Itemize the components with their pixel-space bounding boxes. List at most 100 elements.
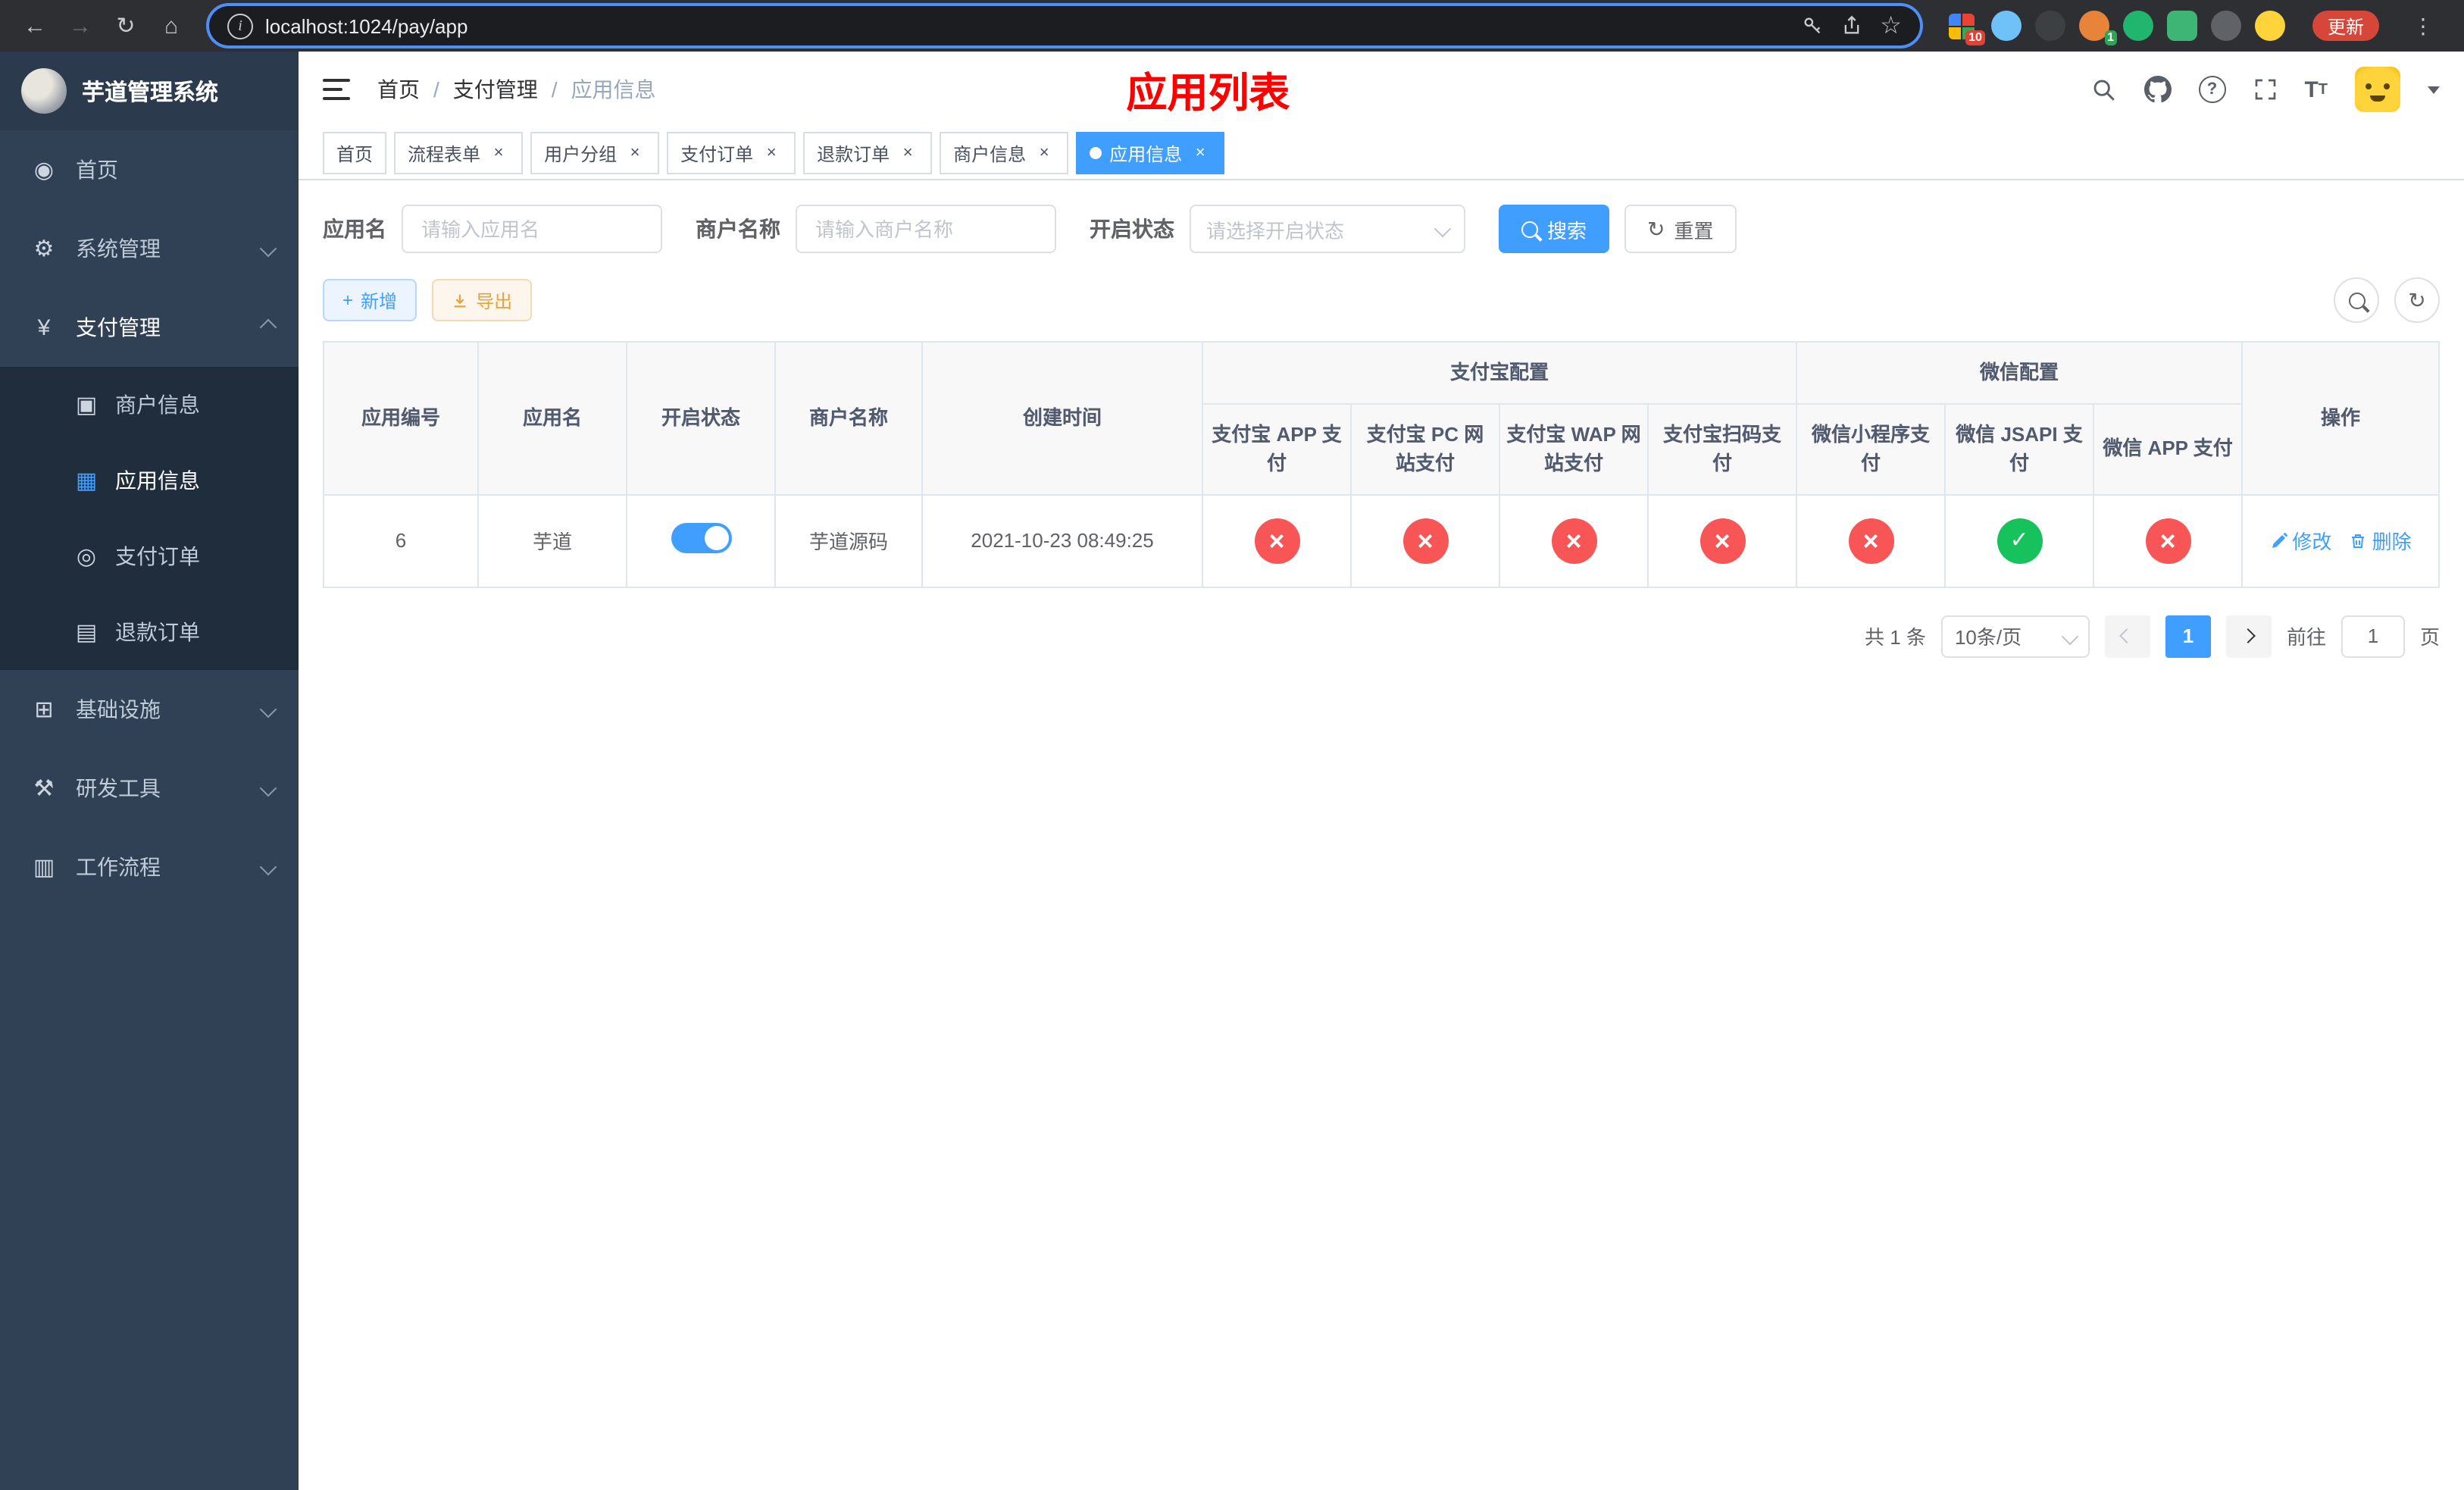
export-button[interactable]: 导出 — [432, 279, 533, 321]
extension-icon-1[interactable]: 10 — [1947, 11, 1985, 45]
add-button[interactable]: + 新增 — [323, 279, 417, 321]
edit-button[interactable]: 修改 — [2269, 526, 2331, 555]
cell-status — [626, 493, 776, 587]
tab-home[interactable]: 首页 — [323, 132, 387, 174]
extension-icon-6[interactable] — [2166, 11, 2197, 41]
home-icon[interactable]: ⌂ — [152, 6, 191, 45]
font-size-icon[interactable]: TT — [2304, 77, 2328, 102]
filter-app-name: 应用名 — [323, 205, 662, 253]
close-icon[interactable]: × — [761, 142, 782, 164]
bookmark-star-icon[interactable]: ☆ — [1880, 11, 1902, 41]
refresh-table-button[interactable]: ↻ — [2394, 277, 2440, 323]
github-icon[interactable] — [2143, 76, 2172, 103]
sidebar-item-label: 基础设施 — [76, 697, 161, 722]
tab-refund-orders[interactable]: 退款订单 × — [803, 132, 933, 174]
wx-app-status-icon — [2145, 518, 2191, 563]
breadcrumb-home[interactable]: 首页 — [377, 74, 420, 105]
cell-wx-lite — [1796, 493, 1946, 587]
tools-icon: ⚒ — [33, 776, 55, 802]
search-button-label: 搜索 — [1547, 219, 1587, 242]
avatar-caret-icon[interactable] — [2428, 86, 2440, 93]
cell-alipay-pc — [1350, 493, 1500, 587]
tab-label: 应用信息 — [1109, 143, 1183, 164]
reload-icon[interactable]: ↻ — [106, 6, 145, 45]
tab-merchant-info[interactable]: 商户信息 × — [940, 132, 1069, 174]
sidebar-item-system[interactable]: ⚙ 系统管理 — [0, 209, 299, 288]
close-icon[interactable]: × — [624, 142, 646, 164]
sidebar-item-pay-orders[interactable]: ◎ 支付订单 — [0, 518, 299, 594]
tab-app-info[interactable]: 应用信息 × — [1076, 132, 1225, 174]
tab-process-form[interactable]: 流程表单 × — [394, 132, 524, 174]
collapse-menu-icon[interactable] — [323, 79, 350, 100]
site-info-icon[interactable]: i — [227, 13, 253, 39]
back-icon[interactable]: ← — [15, 6, 55, 45]
merchant-name-label: 商户名称 — [696, 217, 780, 241]
wx-lite-status-icon — [1848, 518, 1894, 563]
share-icon[interactable] — [1840, 15, 1862, 36]
cell-alipay-app — [1202, 493, 1352, 587]
col-alipay-pc: 支付宝 PC 网站支付 — [1350, 402, 1500, 495]
search-button[interactable]: 搜索 — [1499, 205, 1610, 253]
help-icon[interactable]: ? — [2198, 76, 2226, 103]
sidebar-item-merchant-info[interactable]: ▣ 商户信息 — [0, 367, 299, 443]
extension-badge: 10 — [1965, 30, 1985, 45]
close-icon[interactable]: × — [897, 142, 918, 164]
close-icon[interactable]: × — [1190, 142, 1211, 164]
tab-user-group[interactable]: 用户分组 × — [530, 132, 660, 174]
chrome-update-button[interactable]: 更新 — [2312, 11, 2379, 41]
breadcrumb-payment[interactable]: 支付管理 — [453, 74, 538, 105]
extension-icon-3[interactable] — [2034, 11, 2065, 41]
refresh-icon: ↻ — [1647, 217, 1665, 241]
app-name-label: 应用名 — [323, 217, 386, 241]
extension-icon-2[interactable] — [1990, 11, 2022, 41]
extension-icon-7[interactable] — [2210, 11, 2241, 41]
fullscreen-icon[interactable] — [2253, 77, 2277, 102]
close-icon[interactable]: × — [1033, 142, 1055, 164]
address-bar[interactable]: i localhost:1024/pay/app ☆ — [209, 6, 1920, 45]
col-merchant: 商户名称 — [774, 341, 923, 495]
sidebar-item-label: 商户信息 — [115, 393, 200, 417]
app-title: 芋道管理系统 — [82, 80, 219, 105]
target-icon: ◎ — [76, 544, 97, 570]
extension-icon-5[interactable] — [2122, 11, 2153, 41]
sidebar-item-payment[interactable]: ¥ 支付管理 — [0, 288, 299, 367]
sidebar-item-home[interactable]: ◉ 首页 — [0, 130, 299, 209]
col-group-alipay: 支付宝配置 — [1201, 341, 1798, 404]
toggle-search-button[interactable] — [2334, 277, 2379, 323]
sidebar-item-dev-tools[interactable]: ⚒ 研发工具 — [0, 749, 299, 828]
page-content: 应用名 商户名称 开启状态 请选择开启状态 — [299, 180, 2464, 1490]
page-size-select[interactable]: 10条/页 — [1940, 615, 2090, 657]
forward-icon[interactable]: → — [61, 6, 100, 45]
extension-icon-4[interactable]: 1 — [2078, 11, 2117, 45]
status-toggle[interactable] — [671, 523, 731, 553]
search-icon[interactable] — [2090, 77, 2116, 102]
password-key-icon[interactable] — [1801, 15, 1822, 36]
table-toolbar: + 新增 导出 ↻ — [323, 277, 2440, 323]
sidebar-item-infrastructure[interactable]: ⊞ 基础设施 — [0, 670, 299, 749]
filter-form: 应用名 商户名称 开启状态 请选择开启状态 — [323, 205, 2440, 253]
sidebar-item-refund-orders[interactable]: ▤ 退款订单 — [0, 594, 299, 670]
current-page-button[interactable]: 1 — [2165, 615, 2211, 657]
cell-alipay-qr — [1646, 493, 1798, 587]
header-actions: ? TT — [2090, 67, 2440, 112]
extension-icon-8[interactable] — [2254, 11, 2285, 41]
tab-pay-orders[interactable]: 支付订单 × — [667, 132, 796, 174]
sidebar-item-workflow[interactable]: ▥ 工作流程 — [0, 828, 299, 906]
sidebar-menu: ◉ 首页 ⚙ 系统管理 ¥ 支付管理 ▣ 商户信息 ▦ 应用信息 ◎ 支付订单 … — [0, 130, 299, 1490]
sidebar-item-app-info[interactable]: ▦ 应用信息 — [0, 443, 299, 518]
app-name-input[interactable] — [402, 205, 662, 253]
delete-button[interactable]: 删除 — [2350, 526, 2412, 555]
prev-page-button[interactable] — [2104, 615, 2150, 657]
filter-merchant-name: 商户名称 — [696, 205, 1056, 253]
goto-page-input[interactable] — [2340, 615, 2405, 657]
reset-button[interactable]: ↻ 重置 — [1624, 205, 1737, 253]
next-page-button[interactable] — [2225, 615, 2272, 657]
user-avatar[interactable] — [2355, 67, 2400, 112]
chrome-menu-icon[interactable]: ⋮ — [2397, 6, 2449, 45]
page-size-value: 10条/页 — [1954, 626, 2022, 649]
gear-icon: ⚙ — [33, 236, 55, 262]
merchant-name-input[interactable] — [796, 205, 1056, 253]
cell-created: 2021-10-23 08:49:25 — [921, 493, 1203, 587]
status-select[interactable]: 请选择开启状态 — [1190, 205, 1465, 253]
close-icon[interactable]: × — [488, 142, 509, 164]
